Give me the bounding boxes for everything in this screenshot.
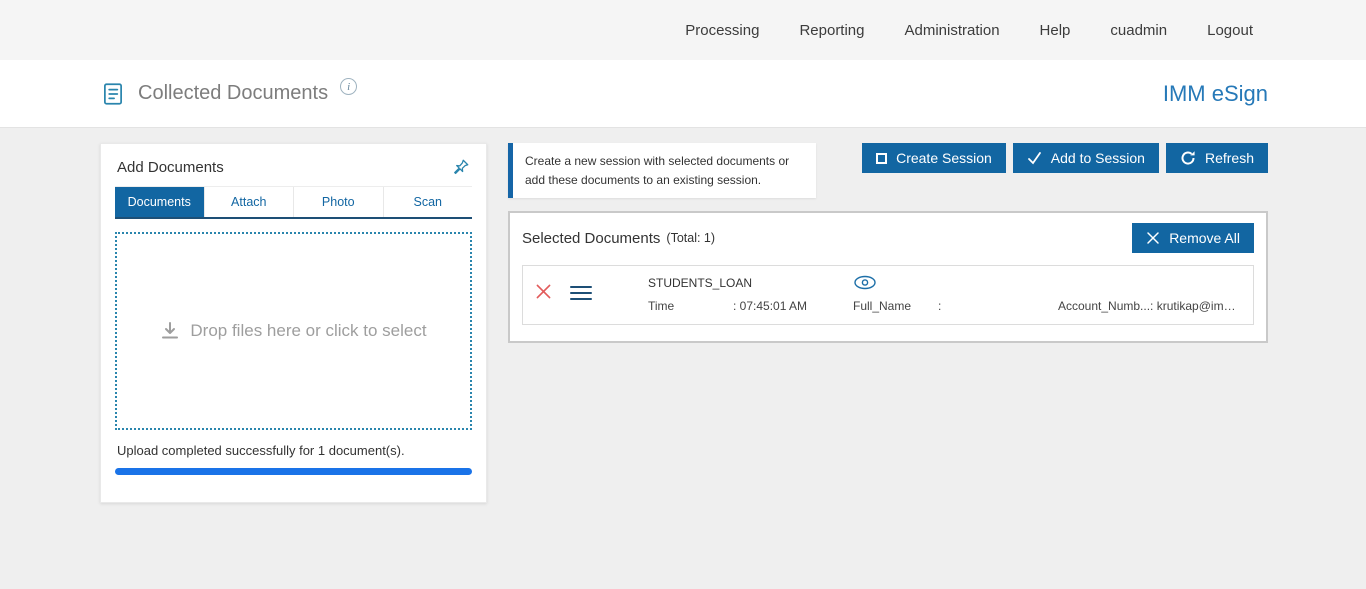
time-label: Time (648, 299, 675, 314)
selected-documents-total: (Total: 1) (666, 231, 716, 246)
time-value: : 07:45:01 AM (733, 299, 808, 314)
remove-all-label: Remove All (1169, 230, 1240, 247)
nav-item-logout[interactable]: Logout (1207, 22, 1253, 39)
session-actions-row: Create a new session with selected docum… (508, 143, 1268, 199)
tab-documents[interactable]: Documents (115, 187, 205, 217)
create-session-button[interactable]: Create Session (862, 143, 1006, 173)
selected-documents-title: Selected Documents (522, 229, 661, 247)
close-icon (1146, 231, 1160, 245)
create-session-icon (876, 152, 888, 164)
tab-scan[interactable]: Scan (383, 187, 472, 217)
refresh-button[interactable]: Refresh (1165, 143, 1268, 173)
selected-documents-panel: Selected Documents (Total: 1) Remove All (508, 211, 1268, 344)
refresh-label: Refresh (1204, 150, 1254, 166)
main-content: Add Documents Documents Attach Photo Sca… (0, 128, 1366, 503)
session-info-message: Create a new session with selected docum… (508, 143, 816, 199)
add-documents-title: Add Documents (117, 158, 224, 176)
page-title: Collected Documents (138, 82, 329, 104)
refresh-icon (1180, 150, 1196, 166)
upload-progress-bar (115, 468, 472, 475)
document-name: STUDENTS_LOAN (648, 275, 753, 290)
full-name-value: : (938, 299, 942, 314)
top-navigation: Processing Reporting Administration Help… (0, 0, 1366, 60)
checkmark-icon (1027, 151, 1042, 165)
delete-document-icon[interactable] (535, 283, 552, 300)
nav-item-administration[interactable]: Administration (905, 22, 1000, 39)
tab-photo[interactable]: Photo (294, 187, 384, 217)
create-session-label: Create Session (896, 150, 992, 166)
nav-item-help[interactable]: Help (1040, 22, 1071, 39)
upload-status-text: Upload completed successfully for 1 docu… (117, 443, 405, 458)
add-to-session-button[interactable]: Add to Session (1012, 143, 1159, 173)
add-documents-tabs: Documents Attach Photo Scan (115, 187, 472, 219)
info-icon[interactable]: i (340, 78, 358, 95)
dropzone-text: Drop files here or click to select (190, 321, 427, 340)
drag-handle-icon[interactable] (570, 282, 592, 304)
brand-logo: IMM eSign (1162, 80, 1268, 106)
pin-icon[interactable] (452, 158, 470, 176)
session-buttons: Create Session Add to Session Refresh (862, 143, 1268, 173)
account-label: Account_Numb... (1058, 299, 1151, 314)
page-header: Collected Documents i IMM eSign (0, 60, 1366, 128)
add-documents-panel: Add Documents Documents Attach Photo Sca… (100, 143, 487, 503)
add-documents-header: Add Documents (115, 156, 472, 187)
document-account-number: Account_Numb...: krutikap@imm... (1058, 299, 1241, 313)
tab-attach[interactable]: Attach (204, 187, 294, 217)
account-value: : krutikap@imm... (1150, 299, 1241, 314)
file-dropzone[interactable]: Drop files here or click to select (115, 232, 472, 430)
document-time: Time : 07:45:01 AM (648, 299, 853, 313)
collected-documents-icon (100, 81, 126, 107)
full-name-label: Full_Name (853, 299, 912, 314)
nav-item-processing[interactable]: Processing (685, 22, 759, 39)
remove-all-button[interactable]: Remove All (1132, 223, 1254, 254)
document-full-name: Full_Name: (853, 299, 1058, 313)
document-details: STUDENTS_LOAN Time : 07:45:01 AM Full_Nam… (648, 275, 1241, 314)
document-row: STUDENTS_LOAN Time : 07:45:01 AM Full_Nam… (522, 265, 1254, 326)
nav-item-reporting[interactable]: Reporting (799, 22, 864, 39)
add-to-session-label: Add to Session (1050, 150, 1145, 166)
selected-documents-header: Selected Documents (Total: 1) Remove All (522, 223, 1254, 254)
download-icon (160, 321, 180, 341)
session-area: Create a new session with selected docum… (508, 143, 1268, 344)
nav-item-user-cuadmin[interactable]: cuadmin (1110, 22, 1167, 39)
preview-eye-icon[interactable] (853, 275, 1058, 290)
